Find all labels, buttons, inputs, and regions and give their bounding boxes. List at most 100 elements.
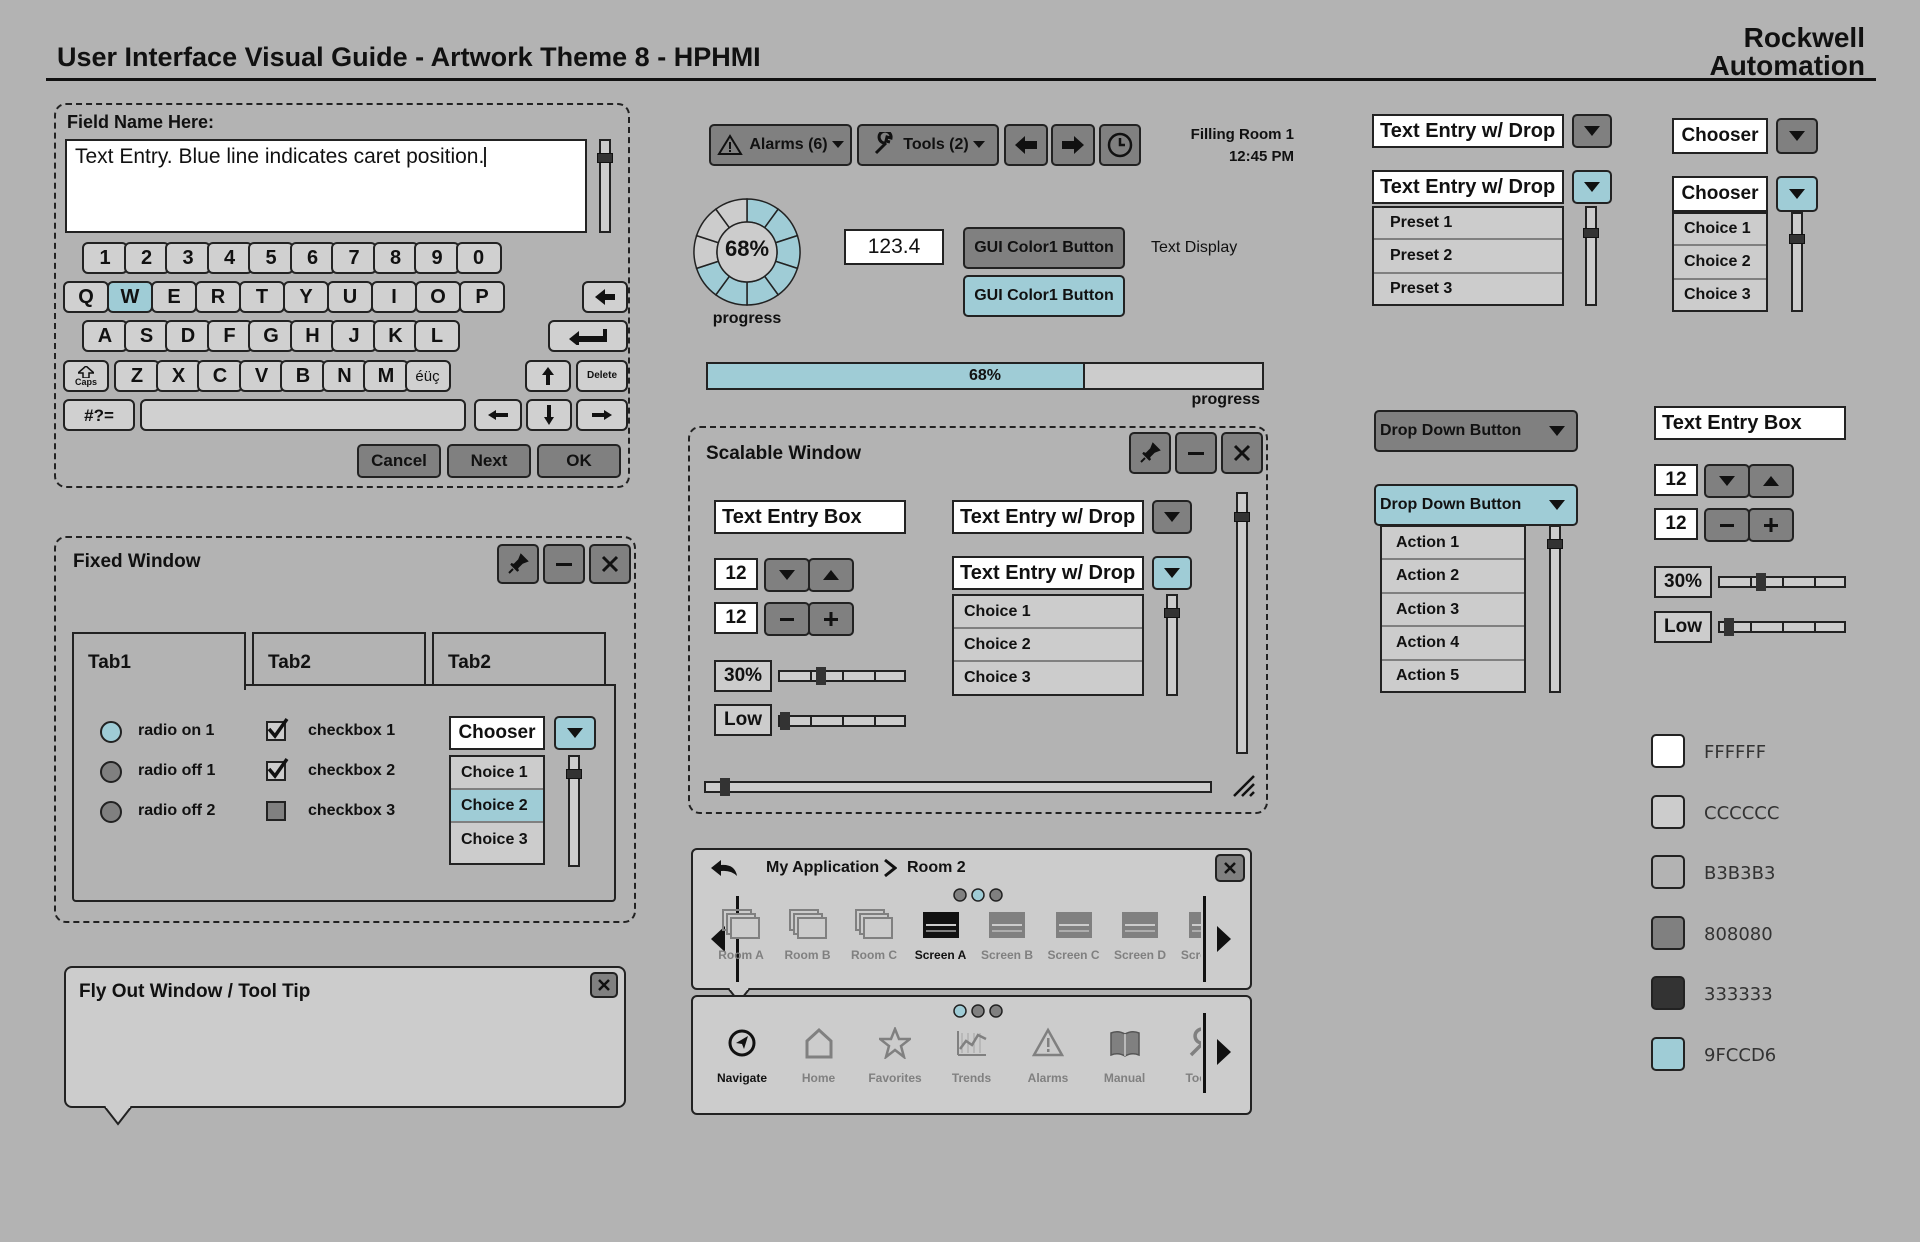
text-entry-drop-2[interactable]: Text Entry w/ Drop — [952, 556, 1144, 590]
key-m[interactable]: M — [363, 360, 409, 392]
choice-item[interactable]: Choice 2 — [954, 629, 1142, 662]
keyboard-text-scrollbar[interactable] — [597, 139, 613, 233]
scroll-right-icon[interactable] — [1217, 1039, 1231, 1065]
key-6[interactable]: 6 — [289, 242, 336, 274]
key-z[interactable]: Z — [114, 360, 160, 392]
key-i[interactable]: I — [371, 281, 417, 313]
delete-key[interactable]: Delete — [576, 360, 628, 392]
checkbox[interactable] — [266, 717, 289, 741]
enter-key[interactable] — [548, 320, 628, 352]
spacebar[interactable] — [140, 399, 466, 431]
spin-down-button[interactable] — [1704, 464, 1750, 498]
chooser-item[interactable]: Choice 1 — [1674, 214, 1766, 246]
percent-slider[interactable] — [778, 667, 906, 685]
key-b[interactable]: B — [280, 360, 326, 392]
key-0[interactable]: 0 — [455, 242, 502, 274]
tools-button[interactable]: Tools (2) — [857, 124, 999, 166]
minimize-button[interactable] — [1175, 432, 1217, 474]
screen-thumbnail[interactable]: Screen C — [1044, 908, 1104, 978]
key-u[interactable]: U — [327, 281, 373, 313]
arrow-right-key[interactable] — [576, 399, 628, 431]
nav-item-tools[interactable]: Tools — [1166, 1023, 1201, 1107]
spin-value-2[interactable]: 12 — [714, 602, 758, 634]
increment-button[interactable] — [808, 602, 854, 636]
caps-key[interactable]: Caps — [63, 360, 109, 392]
dropdown-button[interactable] — [1572, 114, 1612, 148]
arrow-left-key[interactable] — [474, 399, 522, 431]
action-item[interactable]: Action 2 — [1382, 560, 1524, 594]
action-item[interactable]: Action 1 — [1382, 527, 1524, 560]
nav-item-alarms[interactable]: Alarms — [1013, 1023, 1083, 1107]
text-entry-box[interactable]: Text Entry Box — [714, 500, 906, 534]
drop-down-button-2[interactable]: Drop Down Button — [1374, 484, 1578, 526]
radio-button[interactable] — [100, 721, 122, 743]
key-v[interactable]: V — [238, 360, 285, 392]
key-3[interactable]: 3 — [165, 242, 211, 274]
symbols-key[interactable]: #?= — [63, 399, 135, 431]
key-o[interactable]: O — [415, 281, 461, 313]
key-t[interactable]: T — [239, 281, 285, 313]
text-entry-box[interactable]: Text Entry Box — [1654, 406, 1846, 440]
key-8[interactable]: 8 — [372, 242, 419, 274]
return-arrow-icon[interactable] — [709, 858, 739, 880]
screen-thumbnail[interactable]: Screen D — [1110, 908, 1170, 978]
key-4[interactable]: 4 — [206, 242, 253, 274]
chooser-item[interactable]: Choice 2 — [1674, 246, 1766, 280]
checkbox[interactable] — [266, 757, 289, 781]
minimize-button[interactable] — [543, 544, 585, 584]
dropdown-button[interactable] — [1152, 500, 1192, 534]
preset-item[interactable]: Preset 2 — [1374, 240, 1562, 274]
close-button[interactable] — [589, 544, 631, 584]
preset-scrollbar[interactable] — [1583, 206, 1599, 306]
close-button[interactable] — [1221, 432, 1263, 474]
chooser-item[interactable]: Choice 1 — [451, 757, 543, 790]
ok-button[interactable]: OK — [537, 444, 621, 478]
key-1[interactable]: 1 — [82, 242, 128, 274]
spin-up-button[interactable] — [1748, 464, 1794, 498]
decrement-button[interactable] — [1704, 508, 1750, 542]
chooser-field-2[interactable]: Chooser — [1672, 176, 1768, 212]
scroll-right-icon[interactable] — [1217, 926, 1231, 952]
screen-thumbnail[interactable]: Room C — [844, 908, 904, 978]
flyout-close-button[interactable] — [590, 972, 618, 998]
key-p[interactable]: P — [459, 281, 505, 313]
key-f[interactable]: F — [206, 320, 253, 352]
key-k[interactable]: K — [372, 320, 419, 352]
dropdown-button-open[interactable] — [1152, 556, 1192, 590]
spin-down-button[interactable] — [764, 558, 810, 592]
screen-thumbnail[interactable]: Screen A — [911, 908, 971, 978]
pin-button[interactable] — [497, 544, 539, 584]
spin-up-button[interactable] — [808, 558, 854, 592]
shift-up-key[interactable] — [525, 360, 571, 392]
nav-item-manual[interactable]: Manual — [1090, 1023, 1160, 1107]
chooser-field[interactable]: Chooser — [449, 716, 545, 750]
screen-thumbnail[interactable]: Room A — [711, 908, 771, 978]
chooser-field-1[interactable]: Chooser — [1672, 118, 1768, 154]
tab-1[interactable]: Tab1 — [72, 632, 246, 690]
key-a[interactable]: A — [82, 320, 128, 352]
key-h[interactable]: H — [289, 320, 336, 352]
spin-value-2[interactable]: 12 — [1654, 508, 1698, 540]
chooser-dropdown-button-open[interactable] — [1776, 176, 1818, 212]
window-vertical-scrollbar[interactable] — [1234, 492, 1250, 754]
pin-button[interactable] — [1129, 432, 1171, 474]
action-item[interactable]: Action 4 — [1382, 627, 1524, 661]
nav-item-navigate[interactable]: Navigate — [707, 1023, 777, 1107]
slider-thumb[interactable] — [1756, 573, 1766, 591]
percent-slider[interactable] — [1718, 573, 1846, 591]
radio-button[interactable] — [100, 801, 122, 823]
decrement-button[interactable] — [764, 602, 810, 636]
window-horizontal-scrollbar[interactable] — [704, 778, 1212, 796]
action-item[interactable]: Action 3 — [1382, 594, 1524, 627]
gui-color-button-1[interactable]: GUI Color1 Button — [963, 227, 1125, 269]
level-slider[interactable] — [778, 712, 906, 730]
text-entry-drop-1[interactable]: Text Entry w/ Drop — [952, 500, 1144, 534]
history-button[interactable] — [1099, 124, 1141, 166]
checkbox[interactable] — [266, 801, 286, 821]
forward-button[interactable] — [1051, 124, 1095, 166]
tab-3[interactable]: Tab2 — [432, 632, 606, 686]
breadcrumb-room[interactable]: Room 2 — [907, 859, 966, 877]
key-c[interactable]: C — [197, 360, 243, 392]
arrow-down-key[interactable] — [526, 399, 572, 431]
nav-item-favorites[interactable]: Favorites — [860, 1023, 930, 1107]
